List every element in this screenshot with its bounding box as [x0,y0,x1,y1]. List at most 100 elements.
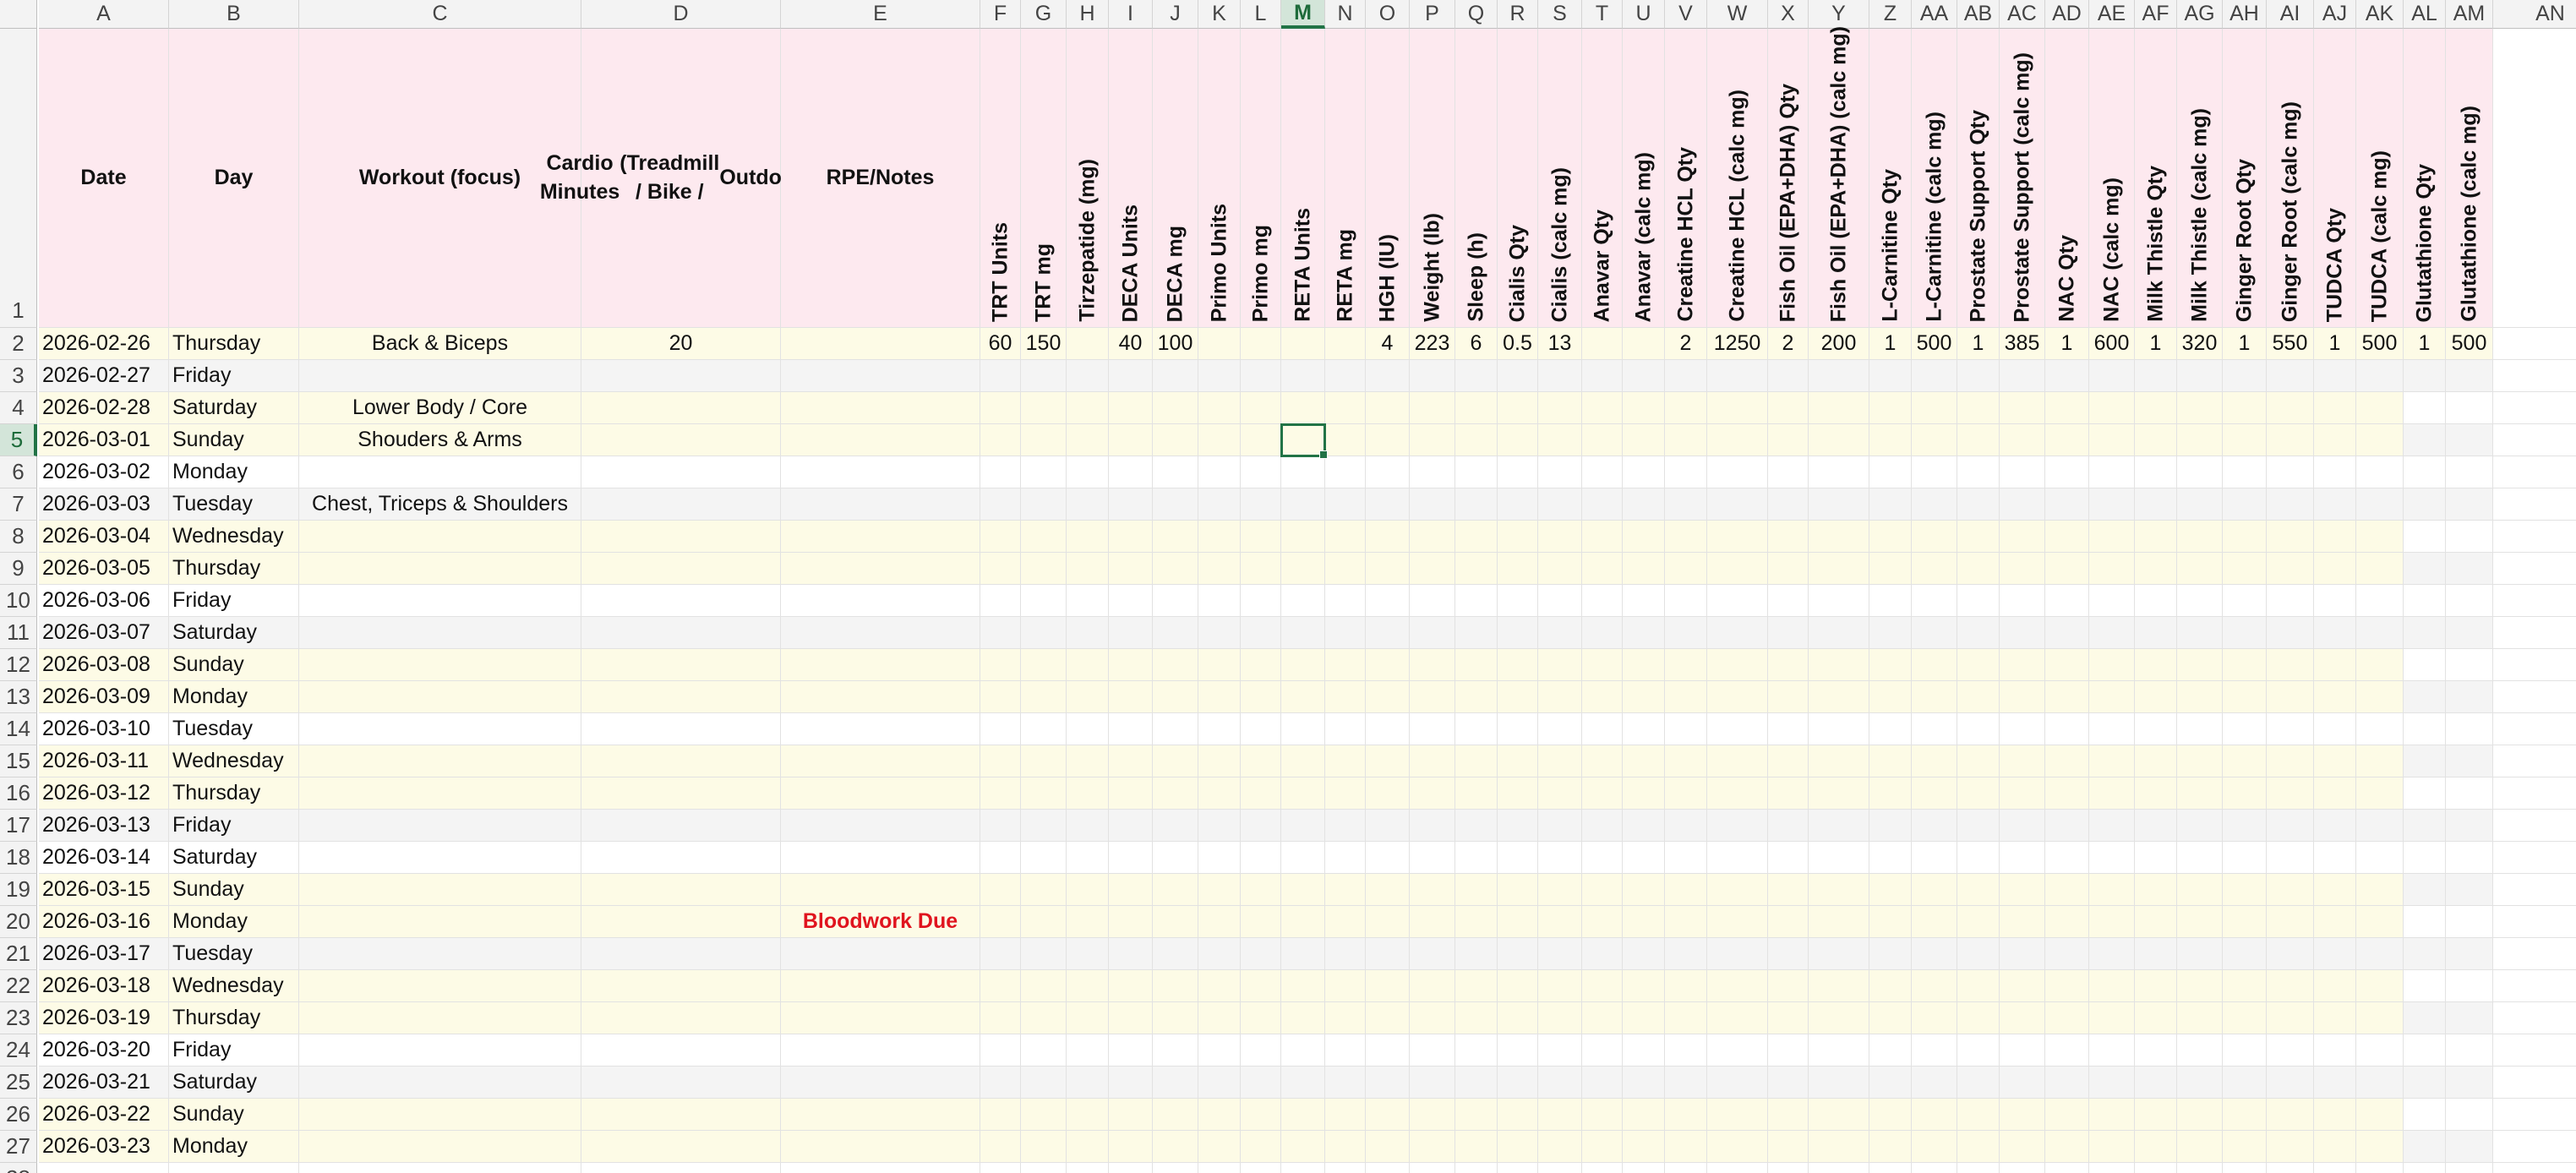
cell-z19[interactable] [1869,874,1912,906]
cell-z15[interactable] [1869,745,1912,777]
cell-e16[interactable] [781,777,980,810]
cell-a13[interactable]: 2026-03-09 [39,681,169,713]
cell-g5[interactable] [1021,424,1067,456]
cell-z9[interactable] [1869,553,1912,585]
cell-p16[interactable] [1410,777,1455,810]
header-cell-n[interactable]: RETA mg [1325,29,1366,328]
cell-ag15[interactable] [2177,745,2223,777]
cell-g8[interactable] [1021,521,1067,553]
cell-w2[interactable]: 1250 [1707,328,1768,360]
cell-m19[interactable] [1281,874,1325,906]
cell-ab2[interactable]: 1 [1957,328,2000,360]
cell-k8[interactable] [1198,521,1241,553]
row-header-27[interactable]: 27 [0,1131,37,1163]
cell-af18[interactable] [2135,842,2177,874]
row-header-8[interactable]: 8 [0,521,37,553]
cell-ak15[interactable] [2356,745,2404,777]
cell-ae9[interactable] [2089,553,2135,585]
cell-j22[interactable] [1153,970,1198,1002]
cell-y26[interactable] [1809,1099,1869,1131]
cell-k4[interactable] [1198,392,1241,424]
cell-aa20[interactable] [1912,906,1957,938]
cell-k19[interactable] [1198,874,1241,906]
cell-q23[interactable] [1455,1002,1498,1034]
cell-al7[interactable] [2404,488,2446,521]
cell-d24[interactable] [581,1034,781,1067]
cell-a21[interactable]: 2026-03-17 [39,938,169,970]
cell-w25[interactable] [1707,1067,1768,1099]
cell-ai13[interactable] [2267,681,2314,713]
cell-h5[interactable] [1067,424,1109,456]
cell-q21[interactable] [1455,938,1498,970]
cell-s25[interactable] [1538,1067,1582,1099]
cell-ab16[interactable] [1957,777,2000,810]
cell-i28[interactable] [1109,1163,1153,1173]
cell-af15[interactable] [2135,745,2177,777]
cell-b18[interactable]: Saturday [169,842,299,874]
cell-v11[interactable] [1665,617,1707,649]
cell-d7[interactable] [581,488,781,521]
cell-y27[interactable] [1809,1131,1869,1163]
cell-ad7[interactable] [2045,488,2089,521]
cell-ae17[interactable] [2089,810,2135,842]
cell-x7[interactable] [1768,488,1809,521]
cell-ac21[interactable] [2000,938,2045,970]
cell-n3[interactable] [1325,360,1366,392]
cell-af28[interactable] [2135,1163,2177,1173]
cell-ac7[interactable] [2000,488,2045,521]
cell-aj24[interactable] [2314,1034,2356,1067]
cell-d11[interactable] [581,617,781,649]
cell-q22[interactable] [1455,970,1498,1002]
cell-o16[interactable] [1366,777,1410,810]
cell-o11[interactable] [1366,617,1410,649]
cell-ab18[interactable] [1957,842,2000,874]
cell-c11[interactable] [299,617,581,649]
cell-a11[interactable]: 2026-03-07 [39,617,169,649]
cell-al11[interactable] [2404,617,2446,649]
cell-j18[interactable] [1153,842,1198,874]
header-cell-v[interactable]: Creatine HCL Qty [1665,29,1707,328]
cell-l3[interactable] [1241,360,1281,392]
cell-u2[interactable] [1623,328,1665,360]
cell-am27[interactable] [2446,1131,2493,1163]
cell-p12[interactable] [1410,649,1455,681]
cell-al6[interactable] [2404,456,2446,488]
cell-ag26[interactable] [2177,1099,2223,1131]
cell-z26[interactable] [1869,1099,1912,1131]
cell-m7[interactable] [1281,488,1325,521]
cell-aa10[interactable] [1912,585,1957,617]
cell-f11[interactable] [980,617,1021,649]
cell-e15[interactable] [781,745,980,777]
cell-g25[interactable] [1021,1067,1067,1099]
cell-ae16[interactable] [2089,777,2135,810]
cell-al13[interactable] [2404,681,2446,713]
cell-ad28[interactable] [2045,1163,2089,1173]
cell-aj23[interactable] [2314,1002,2356,1034]
cell-l17[interactable] [1241,810,1281,842]
cell-aj10[interactable] [2314,585,2356,617]
row-header-13[interactable]: 13 [0,681,37,713]
cell-ab13[interactable] [1957,681,2000,713]
cell-al21[interactable] [2404,938,2446,970]
cell-ah18[interactable] [2223,842,2267,874]
cell-aj5[interactable] [2314,424,2356,456]
cell-n7[interactable] [1325,488,1366,521]
cell-t11[interactable] [1582,617,1623,649]
header-cell-ak[interactable]: TUDCA (calc mg) [2356,29,2404,328]
cell-s12[interactable] [1538,649,1582,681]
cell-x2[interactable]: 2 [1768,328,1809,360]
cell-g16[interactable] [1021,777,1067,810]
cell-ac3[interactable] [2000,360,2045,392]
cell-ak10[interactable] [2356,585,2404,617]
cell-e6[interactable] [781,456,980,488]
cell-ak13[interactable] [2356,681,2404,713]
cell-an28[interactable] [2493,1163,2576,1173]
cell-k10[interactable] [1198,585,1241,617]
cell-j15[interactable] [1153,745,1198,777]
cell-k12[interactable] [1198,649,1241,681]
cell-b13[interactable]: Monday [169,681,299,713]
cell-ae15[interactable] [2089,745,2135,777]
cell-ac28[interactable] [2000,1163,2045,1173]
cell-m4[interactable] [1281,392,1325,424]
cell-n21[interactable] [1325,938,1366,970]
